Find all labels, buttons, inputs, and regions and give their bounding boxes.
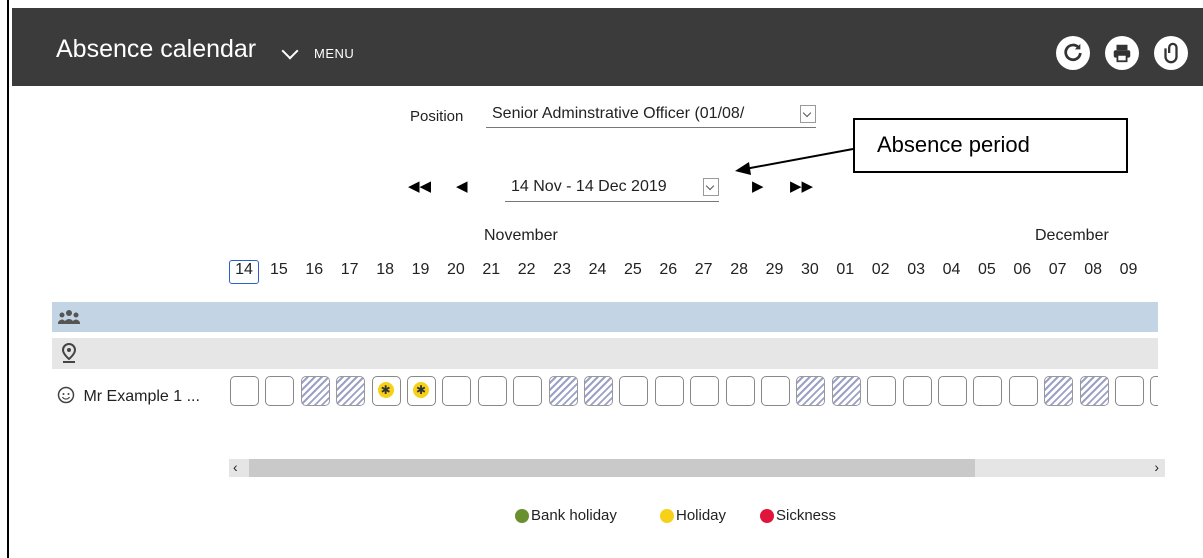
month-label: December <box>1035 227 1109 244</box>
chevron-down-icon[interactable] <box>281 42 299 60</box>
day-label: 16 <box>305 261 324 278</box>
day-label: 24 <box>588 261 607 278</box>
chevron-down-icon[interactable] <box>800 105 816 123</box>
prev-period-button[interactable]: ◀ <box>456 177 468 195</box>
day-label: 02 <box>871 261 890 278</box>
absence-cell[interactable] <box>973 376 1003 406</box>
day-label: 28 <box>730 261 748 278</box>
day-label: 27 <box>694 261 713 278</box>
position-value: Senior Adminstrative Officer (01/08/ <box>492 105 745 122</box>
day-label: 21 <box>482 261 501 278</box>
absence-cell-holiday[interactable] <box>407 376 436 406</box>
first-period-button[interactable]: ◀◀ <box>408 177 431 195</box>
sickness-dot-icon <box>760 509 774 523</box>
absence-cell-weekend[interactable] <box>831 376 861 406</box>
day-label: 01 <box>836 261 855 278</box>
absence-cell-weekend[interactable] <box>584 376 613 406</box>
absence-cell-weekend[interactable] <box>548 376 578 406</box>
absence-cell[interactable] <box>938 376 967 406</box>
absence-cell-weekend[interactable] <box>1044 376 1074 406</box>
scroll-left-icon[interactable]: ‹ <box>233 459 238 475</box>
employee-name[interactable]: Mr Example 1 ... <box>57 386 200 406</box>
window-edge <box>0 0 9 558</box>
menu-button[interactable]: MENU <box>314 46 354 61</box>
period-value: 14 Nov - 14 Dec 2019 <box>511 178 667 195</box>
annotation-box: Absence period <box>853 118 1128 173</box>
scroll-right-icon[interactable]: › <box>1154 459 1159 475</box>
day-label: 26 <box>659 261 678 278</box>
absence-cell-weekend[interactable] <box>336 376 366 406</box>
print-icon[interactable] <box>1105 36 1139 70</box>
absence-cell[interactable] <box>265 376 295 406</box>
position-label: Position <box>410 108 464 125</box>
day-label-today: 14 <box>229 260 259 284</box>
refresh-icon[interactable] <box>1056 36 1090 70</box>
absence-cell-weekend[interactable] <box>300 376 330 406</box>
team-row <box>52 302 1158 332</box>
holiday-dot-icon <box>660 509 674 523</box>
next-period-button[interactable]: ▶ <box>752 177 764 195</box>
day-label: 07 <box>1048 261 1067 278</box>
absence-cell[interactable] <box>619 376 649 406</box>
day-label: 25 <box>623 261 642 278</box>
day-label: 04 <box>942 261 961 278</box>
day-label: 19 <box>411 261 430 278</box>
day-label: 09 <box>1119 261 1138 278</box>
paperclip-icon[interactable] <box>1154 36 1188 70</box>
absence-cell[interactable] <box>902 376 932 406</box>
legend-bank-holiday: Bank holiday <box>531 507 617 524</box>
day-label: 08 <box>1084 261 1102 278</box>
absence-cell[interactable] <box>513 376 543 406</box>
day-label: 17 <box>340 261 359 278</box>
day-label: 05 <box>977 261 996 278</box>
chevron-down-icon[interactable] <box>703 178 719 196</box>
absence-cell-holiday[interactable] <box>371 376 401 406</box>
last-period-button[interactable]: ▶▶ <box>790 177 813 195</box>
absence-cell[interactable] <box>477 376 507 406</box>
day-label: 06 <box>1013 261 1032 278</box>
annotation-text: Absence period <box>877 132 1030 157</box>
top-border <box>12 0 1203 8</box>
absence-cell[interactable] <box>1115 376 1144 406</box>
day-label: 18 <box>376 261 394 278</box>
bank-holiday-dot-icon <box>515 509 529 523</box>
day-label: 03 <box>907 261 925 278</box>
legend-holiday: Holiday <box>676 507 727 524</box>
day-label: 30 <box>800 261 819 278</box>
absence-cell[interactable] <box>442 376 472 406</box>
day-label: 23 <box>553 261 571 278</box>
employee-name-label: Mr Example 1 ... <box>83 388 200 405</box>
day-label: 22 <box>517 261 536 278</box>
absence-cell[interactable] <box>1008 376 1038 406</box>
page-title: Absence calendar <box>56 35 257 63</box>
absence-cell-weekend[interactable] <box>796 376 826 406</box>
team-icon <box>58 310 80 324</box>
position-select[interactable]: Senior Adminstrative Officer (01/08/ <box>486 103 816 128</box>
location-pin-icon <box>61 343 77 363</box>
scrollbar-thumb[interactable] <box>249 459 975 477</box>
person-icon <box>57 386 75 404</box>
day-label: 29 <box>765 261 784 278</box>
absence-cell[interactable] <box>690 376 720 406</box>
day-label: 15 <box>269 261 288 278</box>
month-label: November <box>484 227 558 244</box>
absence-cells <box>229 376 1158 408</box>
absence-cell[interactable] <box>1150 376 1158 406</box>
period-select[interactable]: 14 Nov - 14 Dec 2019 <box>505 176 719 202</box>
location-row <box>52 338 1158 369</box>
legend-sickness: Sickness <box>776 507 837 524</box>
absence-cell[interactable] <box>654 376 684 406</box>
absence-cell-weekend[interactable] <box>1079 376 1109 406</box>
absence-cell[interactable] <box>230 376 259 406</box>
absence-cell[interactable] <box>725 376 755 406</box>
absence-cell[interactable] <box>761 376 790 406</box>
absence-cell[interactable] <box>867 376 897 406</box>
header-bar: Absence calendar MENU <box>12 8 1203 86</box>
day-label: 20 <box>446 261 465 278</box>
horizontal-scrollbar[interactable]: ‹ › <box>229 459 1165 477</box>
